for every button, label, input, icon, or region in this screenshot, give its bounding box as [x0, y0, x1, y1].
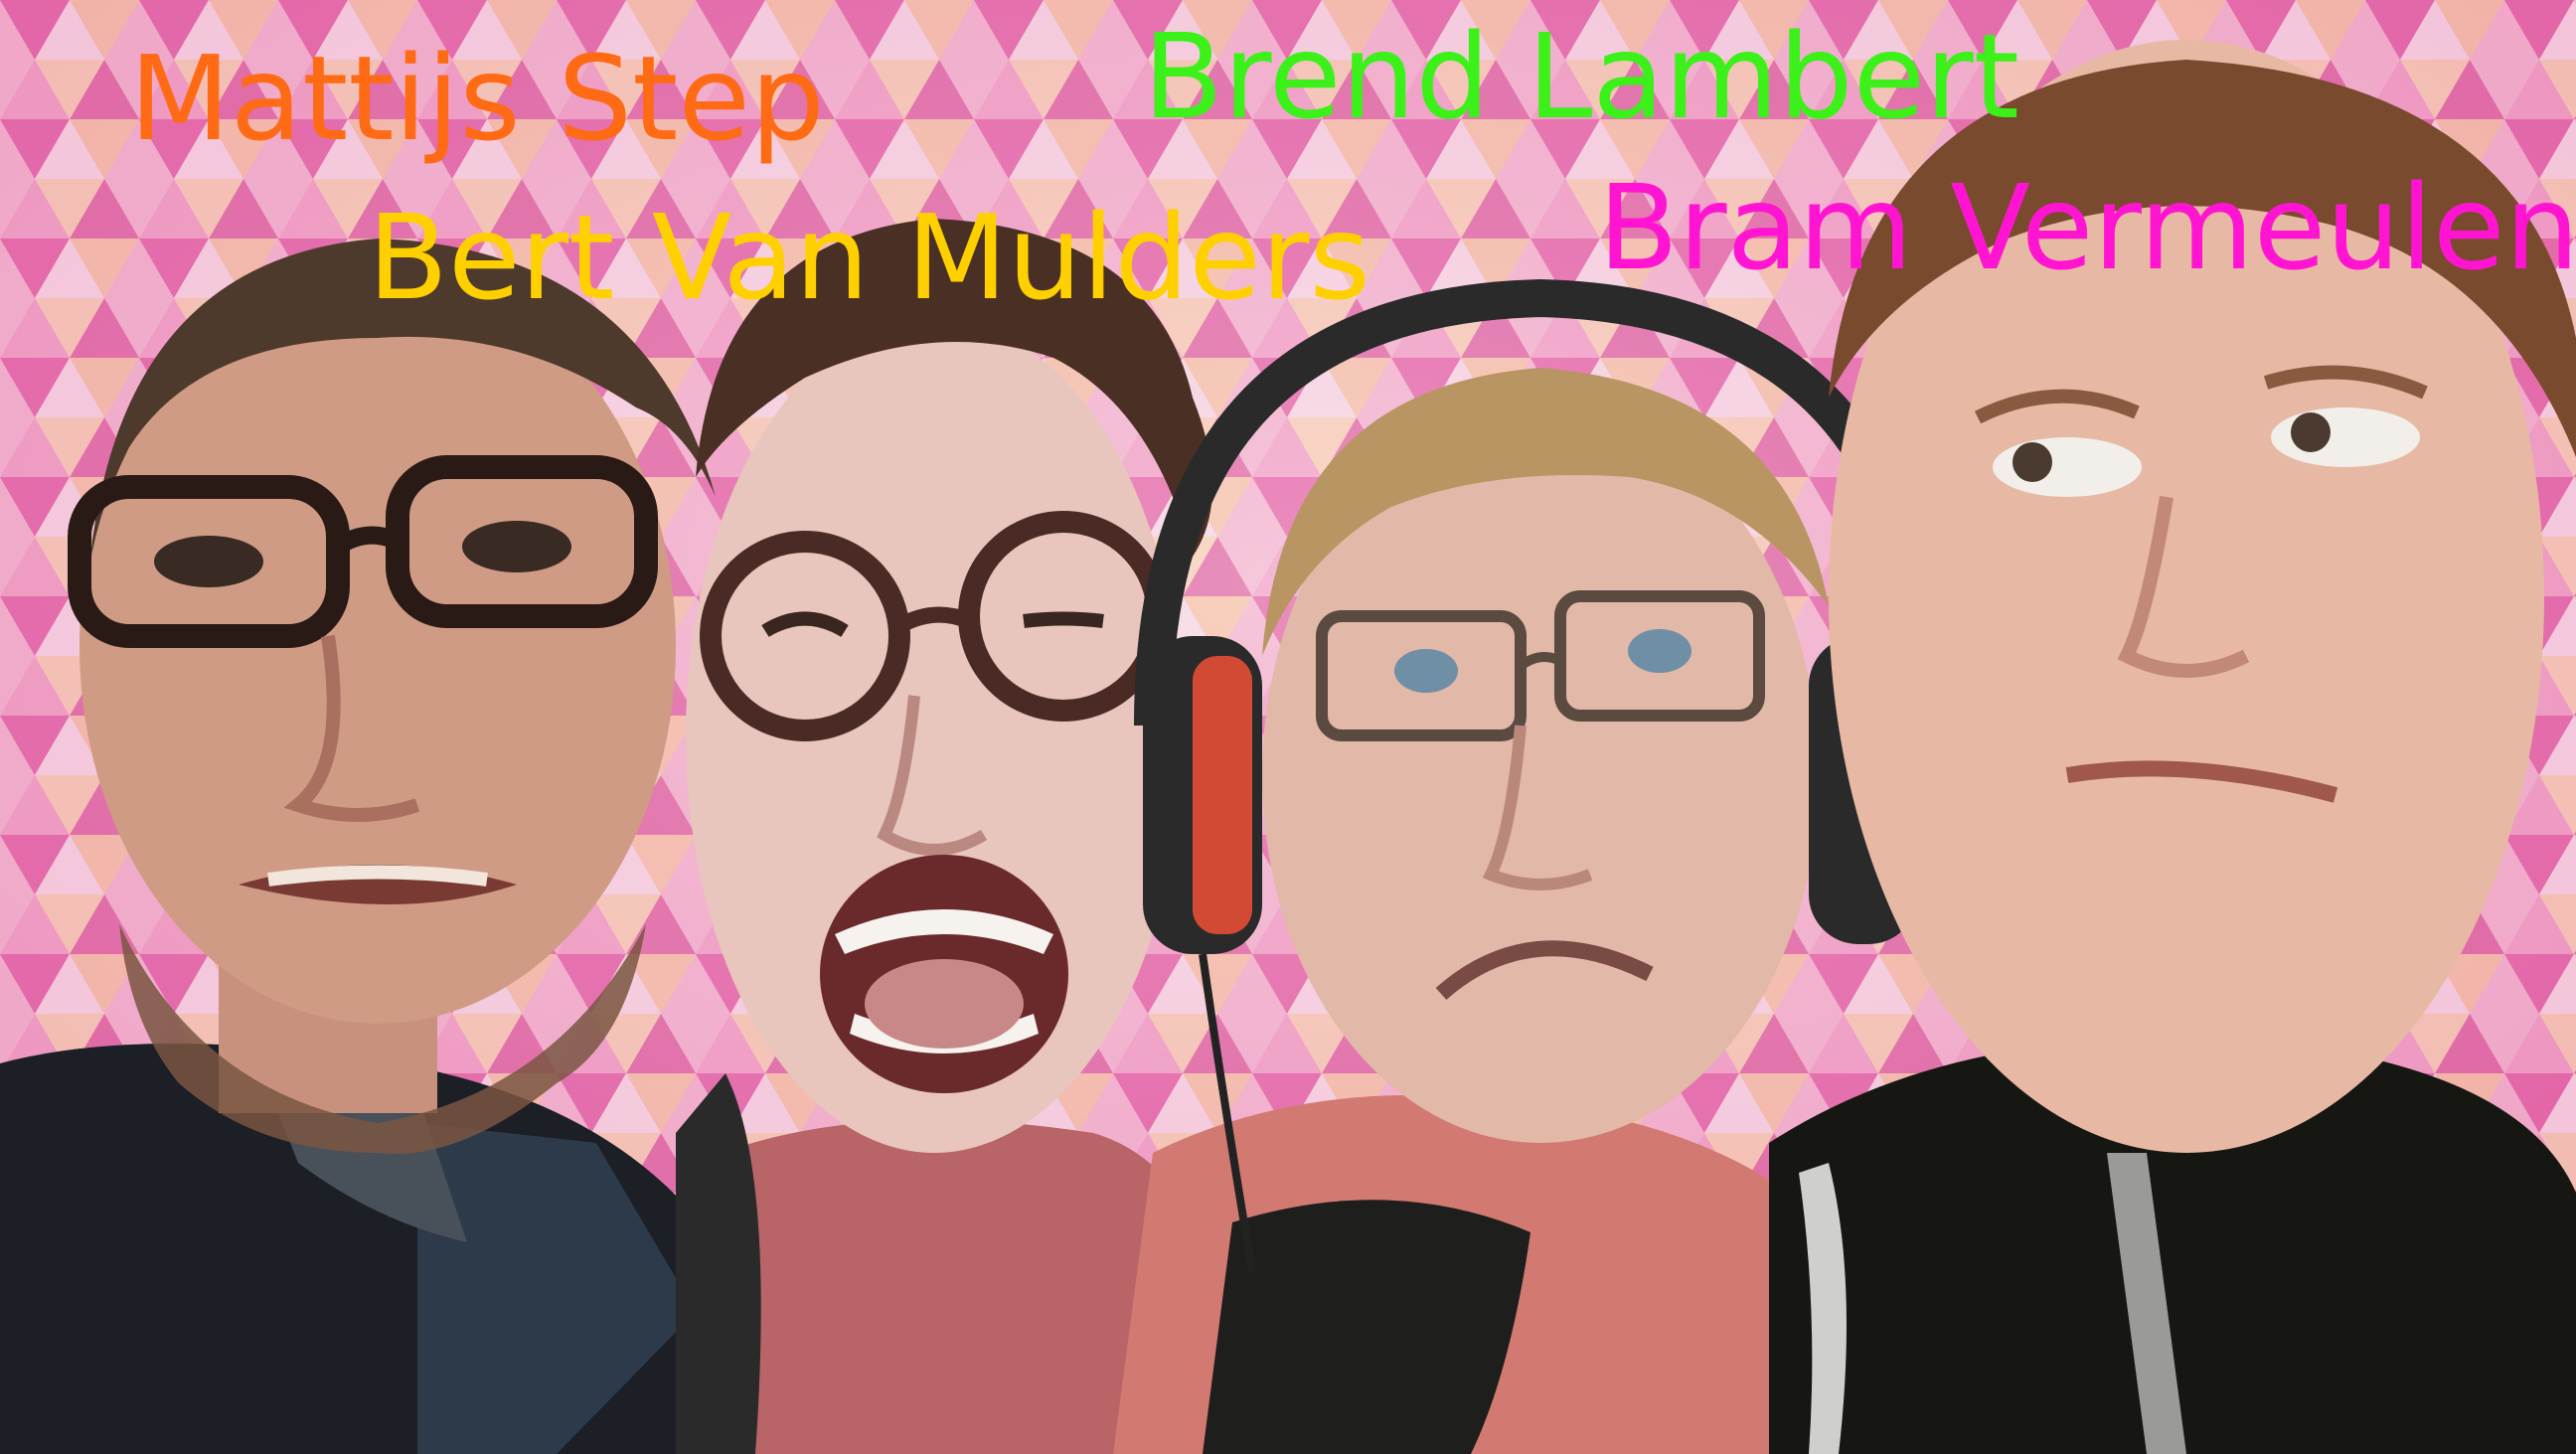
name-label-mattijs-step: Mattijs Step — [129, 30, 825, 167]
name-label-brend-lambert: Brend Lambert — [1143, 8, 2019, 145]
collage-canvas: Mattijs Step Brend Lambert Bert Van Muld… — [0, 0, 2576, 1454]
name-label-bram-vermeulen: Bram Vermeulen — [1598, 159, 2576, 296]
name-label-bert-van-mulders: Bert Van Mulders — [368, 189, 1370, 326]
